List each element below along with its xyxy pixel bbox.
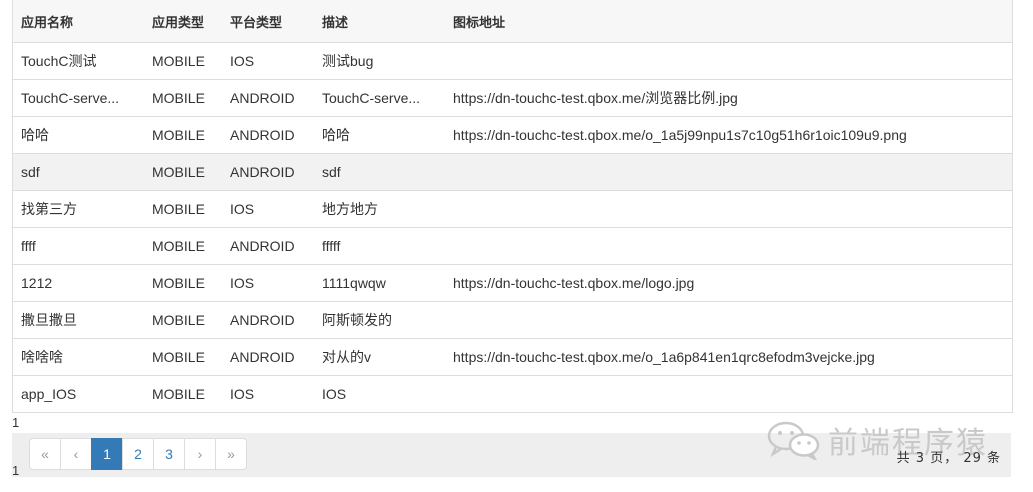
- cell-platform-type: ANDROID: [222, 227, 314, 265]
- cell-description: 对从的v: [314, 338, 445, 376]
- cell-app-name: 1212: [13, 264, 144, 302]
- header-icon-url[interactable]: 图标地址: [445, 0, 1012, 43]
- cell-description: fffff: [314, 227, 445, 265]
- page-number-bottom: 1: [12, 463, 20, 478]
- table-row[interactable]: sdf MOBILE ANDROID sdf: [13, 153, 1012, 191]
- page-button-1[interactable]: 1: [91, 438, 123, 470]
- cell-platform-type: IOS: [222, 190, 314, 228]
- cell-description: 地方地方: [314, 190, 445, 228]
- header-app-type[interactable]: 应用类型: [144, 0, 222, 43]
- cell-description: 1111qwqw: [314, 264, 445, 302]
- cell-app-type: MOBILE: [144, 338, 222, 376]
- cell-platform-type: IOS: [222, 264, 314, 302]
- cell-app-type: MOBILE: [144, 227, 222, 265]
- header-platform-type[interactable]: 平台类型: [222, 0, 314, 43]
- cell-description: 测试bug: [314, 42, 445, 80]
- header-description[interactable]: 描述: [314, 0, 445, 43]
- cell-app-name: 撒旦撒旦: [13, 301, 144, 339]
- cell-description: sdf: [314, 153, 445, 191]
- cell-description: 阿斯顿发的: [314, 301, 445, 339]
- prev-page-button[interactable]: ‹: [60, 438, 92, 470]
- cell-app-name: sdf: [13, 153, 144, 191]
- page-button-3[interactable]: 3: [153, 438, 185, 470]
- cell-platform-type: ANDROID: [222, 301, 314, 339]
- table-row[interactable]: TouchC-serve... MOBILE ANDROID TouchC-se…: [13, 79, 1012, 117]
- first-page-button[interactable]: «: [29, 438, 61, 470]
- cell-icon-url: [445, 42, 1012, 80]
- cell-platform-type: ANDROID: [222, 116, 314, 154]
- table-row[interactable]: app_IOS MOBILE IOS IOS: [13, 375, 1012, 412]
- cell-app-name: ffff: [13, 227, 144, 265]
- app-table: 应用名称 应用类型 平台类型 描述 图标地址 TouchC测试 MOBILE I…: [12, 0, 1013, 413]
- cell-icon-url: [445, 227, 1012, 265]
- cell-description: IOS: [314, 375, 445, 412]
- cell-platform-type: IOS: [222, 42, 314, 80]
- page-button-2[interactable]: 2: [122, 438, 154, 470]
- cell-icon-url: https://dn-touchc-test.qbox.me/浏览器比例.jpg: [445, 79, 1012, 117]
- cell-app-type: MOBILE: [144, 79, 222, 117]
- cell-icon-url: [445, 153, 1012, 191]
- cell-platform-type: ANDROID: [222, 79, 314, 117]
- table-row[interactable]: TouchC测试 MOBILE IOS 测试bug: [13, 42, 1012, 80]
- cell-app-name: app_IOS: [13, 375, 144, 412]
- cell-app-type: MOBILE: [144, 42, 222, 80]
- cell-description: 哈哈: [314, 116, 445, 154]
- cell-platform-type: IOS: [222, 375, 314, 412]
- cell-app-name: TouchC测试: [13, 42, 144, 80]
- header-app-name[interactable]: 应用名称: [13, 0, 144, 43]
- cell-app-type: MOBILE: [144, 153, 222, 191]
- cell-platform-type: ANDROID: [222, 153, 314, 191]
- last-page-button[interactable]: »: [215, 438, 247, 470]
- cell-icon-url: [445, 190, 1012, 228]
- wechat-icon: [767, 421, 820, 460]
- cell-app-name: 找第三方: [13, 190, 144, 228]
- table-header-row: 应用名称 应用类型 平台类型 描述 图标地址: [13, 0, 1012, 43]
- cell-icon-url: [445, 301, 1012, 339]
- next-page-button[interactable]: ›: [184, 438, 216, 470]
- cell-icon-url: https://dn-touchc-test.qbox.me/o_1a6p841…: [445, 338, 1012, 376]
- cell-icon-url: https://dn-touchc-test.qbox.me/o_1a5j99n…: [445, 116, 1012, 154]
- cell-app-name: 啥啥啥: [13, 338, 144, 376]
- table-row[interactable]: 啥啥啥 MOBILE ANDROID 对从的v https://dn-touch…: [13, 338, 1012, 376]
- table-row[interactable]: 撒旦撒旦 MOBILE ANDROID 阿斯顿发的: [13, 301, 1012, 339]
- cell-app-type: MOBILE: [144, 375, 222, 412]
- table-row[interactable]: ffff MOBILE ANDROID fffff: [13, 227, 1012, 265]
- cell-app-type: MOBILE: [144, 301, 222, 339]
- cell-icon-url: [445, 375, 1012, 412]
- pagination: « ‹ 1 2 3 › »: [29, 438, 247, 470]
- page-number-top: 1: [12, 415, 20, 430]
- cell-app-type: MOBILE: [144, 264, 222, 302]
- page-summary: 共 3 页， 29 条: [896, 451, 1001, 466]
- cell-app-type: MOBILE: [144, 190, 222, 228]
- cell-description: TouchC-serve...: [314, 79, 445, 117]
- cell-icon-url: https://dn-touchc-test.qbox.me/logo.jpg: [445, 264, 1012, 302]
- table-row[interactable]: 1212 MOBILE IOS 1111qwqw https://dn-touc…: [13, 264, 1012, 302]
- cell-app-type: MOBILE: [144, 116, 222, 154]
- cell-app-name: TouchC-serve...: [13, 79, 144, 117]
- table-row[interactable]: 找第三方 MOBILE IOS 地方地方: [13, 190, 1012, 228]
- table-row[interactable]: 哈哈 MOBILE ANDROID 哈哈 https://dn-touchc-t…: [13, 116, 1012, 154]
- cell-platform-type: ANDROID: [222, 338, 314, 376]
- cell-app-name: 哈哈: [13, 116, 144, 154]
